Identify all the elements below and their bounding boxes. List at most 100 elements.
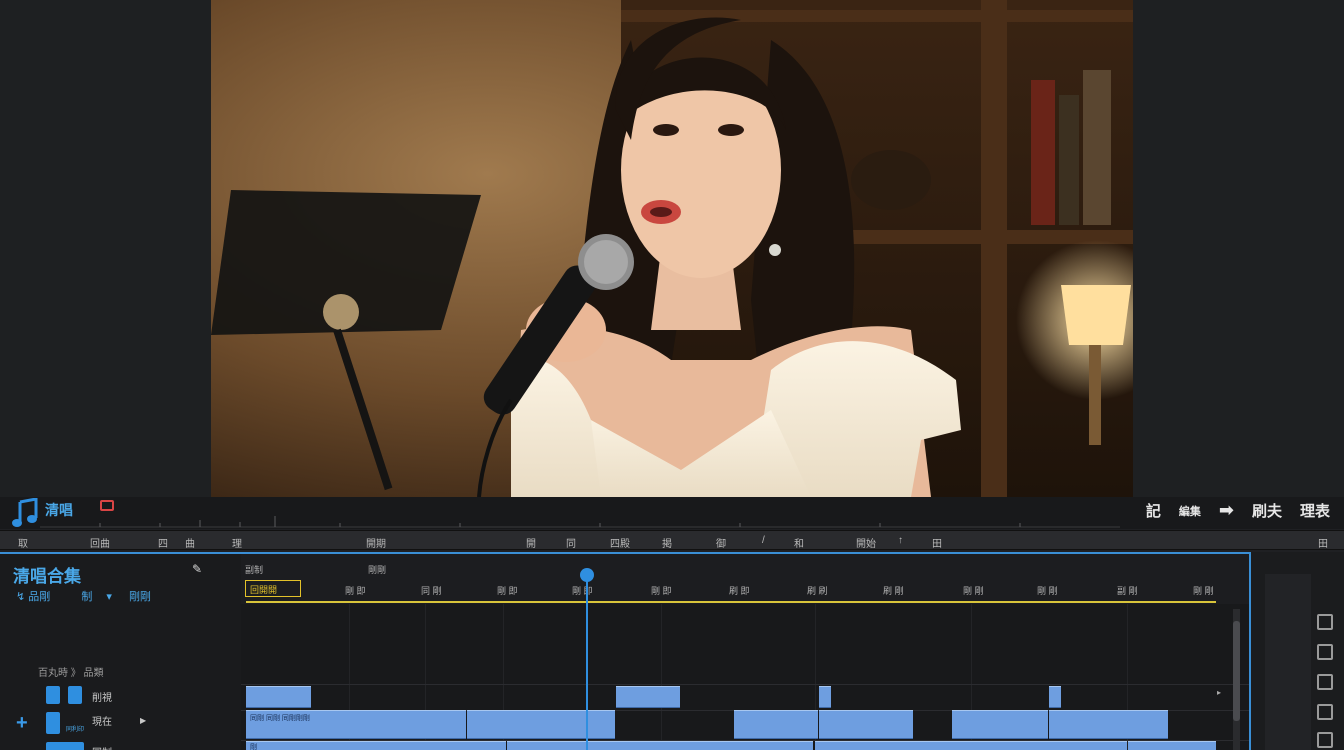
- toolbar-item[interactable]: /: [762, 535, 765, 546]
- toolbar-item[interactable]: 掲: [662, 535, 672, 550]
- ruler-label: 同 剛: [421, 586, 442, 596]
- record-icon[interactable]: [100, 500, 114, 511]
- toolbar-item[interactable]: 開期: [366, 535, 386, 550]
- scrollbar-thumb[interactable]: [1233, 621, 1240, 721]
- in-point-marker[interactable]: 回開開: [245, 580, 301, 597]
- vertical-scrollbar[interactable]: [1233, 609, 1240, 750]
- video-editor-app: 清唱 記 編集 ➡ 刷夫 理表 取 回曲 四 曲 理 開期 開 同 四殿 掲 御…: [0, 0, 1344, 750]
- transport-label-1[interactable]: 記: [1146, 500, 1161, 521]
- toolbar-item[interactable]: 理: [232, 535, 242, 550]
- toolbar-item[interactable]: 曲: [185, 535, 195, 550]
- time-ruler[interactable]: 副制 剛剛 回開開 剛 即 同 剛 剛 即 剛 即 剛 即 刷 即 刷 刷 刷 …: [241, 554, 1249, 604]
- toolbar-item[interactable]: 四殿: [610, 535, 630, 550]
- toolbar-item[interactable]: 御: [716, 535, 726, 550]
- panel-icon[interactable]: [1317, 644, 1333, 660]
- track-column-header: 百丸時 》 品類: [38, 668, 104, 679]
- track-head-3[interactable]: 同制: [0, 740, 241, 750]
- ruler-label: 剛 即: [497, 586, 518, 596]
- clip[interactable]: [815, 741, 1127, 750]
- project-title: 清唱合集: [13, 567, 81, 586]
- clip[interactable]: [1049, 710, 1168, 739]
- track-toggle[interactable]: [46, 712, 60, 734]
- ruler-label: 刷 刷: [807, 586, 828, 596]
- ruler-label: 剛 剛: [1193, 586, 1214, 596]
- right-side-panel: [1249, 552, 1344, 750]
- track-name: 同制: [92, 744, 112, 750]
- playhead-icon[interactable]: [580, 568, 594, 582]
- clip[interactable]: [467, 710, 615, 739]
- transport-label-3[interactable]: 刷夫: [1252, 500, 1282, 521]
- clip[interactable]: [616, 686, 680, 708]
- track-head-1[interactable]: 削視: [0, 684, 241, 708]
- arrow-right-icon[interactable]: ➡: [1219, 500, 1234, 521]
- mini-timeline-ruler[interactable]: [40, 514, 1120, 528]
- track-toggle[interactable]: [46, 686, 60, 704]
- toolbar-item[interactable]: 田: [1318, 535, 1328, 550]
- toolbar-item[interactable]: ↑: [898, 535, 903, 546]
- track-name: 現在: [92, 717, 112, 728]
- track-name: 削視: [92, 693, 112, 704]
- plus-icon[interactable]: +: [16, 712, 28, 735]
- clip[interactable]: 同剛 同剛 同剛剛剛: [246, 710, 466, 739]
- work-area-bar[interactable]: [246, 601, 1216, 603]
- clip[interactable]: [1128, 741, 1216, 750]
- transport-label-2[interactable]: 編集: [1179, 503, 1201, 519]
- clip[interactable]: 剛: [246, 741, 506, 750]
- track-header-panel: 清唱合集 ✎ ↯ 品剛 制 ▾ 剛剛 百丸時 》 品類 削視 + 同利印 現在 ▶…: [0, 552, 241, 750]
- project-subrow: ↯ 品剛 制 ▾ 剛剛: [16, 588, 165, 604]
- clip[interactable]: [1049, 686, 1061, 708]
- ruler-label: 刷 剛: [883, 586, 904, 596]
- toolbar-item[interactable]: 四: [158, 535, 168, 550]
- subrow-item[interactable]: 制 ▾: [81, 591, 112, 603]
- panel-icon[interactable]: [1317, 704, 1333, 720]
- side-panel-well: [1265, 574, 1311, 750]
- playhead-line[interactable]: [586, 570, 588, 750]
- program-monitor: [0, 0, 1344, 497]
- toolbar-item[interactable]: 回曲: [90, 535, 110, 550]
- toolbar-item[interactable]: 取: [18, 535, 28, 550]
- ruler-label: 剛 剛: [1037, 586, 1058, 596]
- play-icon[interactable]: ▶: [140, 716, 146, 725]
- clip[interactable]: [952, 710, 1048, 739]
- clip[interactable]: [734, 710, 818, 739]
- toolbar-item[interactable]: 開: [526, 535, 536, 550]
- clip[interactable]: [819, 686, 831, 708]
- clip[interactable]: [246, 686, 311, 708]
- track-toggle[interactable]: [68, 686, 82, 704]
- track-head-2[interactable]: + 同利印 現在 ▶: [0, 710, 241, 734]
- video-preview[interactable]: [211, 0, 1133, 497]
- timeline-toolbar: 取 回曲 四 曲 理 開期 開 同 四殿 掲 御 / 和 開始 ↑ 田 田: [0, 530, 1344, 550]
- clip-label: 剛: [250, 744, 257, 750]
- ruler-label: 剛 即: [651, 586, 672, 596]
- ruler-top-label: 剛剛: [368, 565, 387, 575]
- toolbar-item[interactable]: 開始: [856, 535, 876, 550]
- subrow-item[interactable]: 剛剛: [129, 591, 151, 603]
- collapse-arrow-icon[interactable]: ▸: [1217, 688, 1221, 697]
- panel-icon[interactable]: [1317, 614, 1333, 630]
- ruler-label: 剛 即: [345, 586, 366, 596]
- clip[interactable]: [507, 741, 813, 750]
- music-note-icon[interactable]: [12, 498, 38, 528]
- track-toggle[interactable]: [46, 742, 84, 750]
- transport-label-4[interactable]: 理表: [1300, 500, 1330, 521]
- track-separator: [241, 684, 1249, 685]
- toolbar-item[interactable]: 田: [932, 535, 942, 550]
- ruler-label: 副 剛: [1117, 586, 1138, 596]
- toolbar-item[interactable]: 和: [794, 535, 804, 550]
- panel-icon[interactable]: [1317, 732, 1333, 748]
- ruler-label: 剛 即: [572, 586, 593, 596]
- clip[interactable]: [819, 710, 913, 739]
- pin-icon[interactable]: ✎: [192, 562, 202, 576]
- subrow-item[interactable]: ↯ 品剛: [16, 591, 64, 603]
- grid-line: [661, 604, 662, 750]
- transport-right-controls: 記 編集 ➡ 刷夫 理表: [1146, 500, 1330, 521]
- ruler-label: 刷 即: [729, 586, 750, 596]
- panel-icon[interactable]: [1317, 674, 1333, 690]
- video-frame-image: [211, 0, 1133, 497]
- toolbar-item[interactable]: 同: [566, 535, 576, 550]
- ruler-label: 剛 剛: [963, 586, 984, 596]
- track-sub: 同利印: [66, 727, 85, 733]
- clip-label: 同剛 同剛 同剛剛剛: [250, 715, 310, 722]
- ruler-top-label: 副制: [245, 565, 264, 575]
- timeline-panel[interactable]: 副制 剛剛 回開開 剛 即 同 剛 剛 即 剛 即 剛 即 刷 即 刷 刷 刷 …: [241, 552, 1249, 750]
